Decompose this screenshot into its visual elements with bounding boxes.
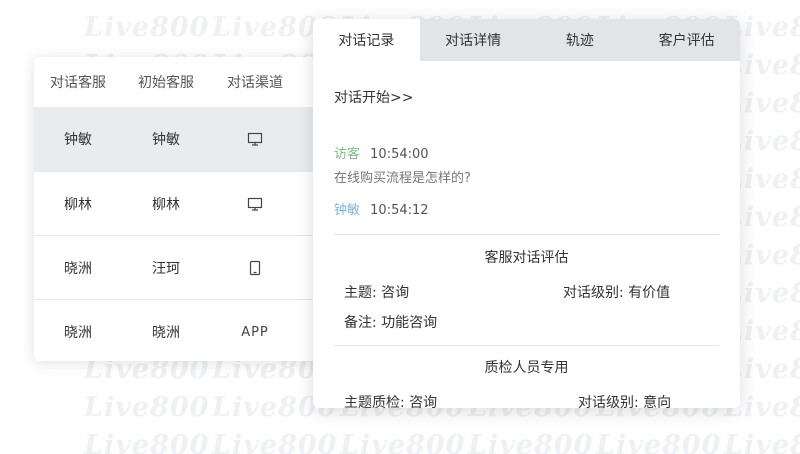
cell-channel [210, 131, 300, 147]
table-header: 对话客服 初始客服 对话渠道 [34, 57, 334, 107]
evaluation-topic: 主题: 咨询 [344, 282, 409, 302]
evaluation-level-value: 有价值 [628, 285, 671, 301]
cell-initial-agent: 汪珂 [152, 260, 180, 277]
table-row[interactable]: 晓洲 晓洲 APP [34, 299, 334, 361]
evaluation-note: 备注: 功能咨询 [344, 312, 437, 332]
column-header-initial-agent: 初始客服 [138, 75, 194, 91]
cell-agent: 柳林 [64, 196, 92, 213]
watermark-text: Live800 [340, 430, 466, 454]
visitor-message-header: 访客 10:54:00 [334, 143, 429, 162]
evaluation-level-label: 对话级别: [563, 285, 624, 301]
table-row[interactable]: 钟敏 钟敏 [34, 107, 334, 171]
desktop-icon [247, 132, 263, 146]
table-row[interactable]: 晓洲 汪珂 [34, 235, 334, 299]
conversation-detail-panel: 对话记录 对话详情 轨迹 客户评估 对话开始>> 访客 10:54:00 在线购… [313, 19, 740, 408]
agent-sender: 钟敏 [334, 203, 361, 218]
cell-agent: 钟敏 [64, 132, 92, 148]
watermark-text: Live800 [84, 430, 210, 454]
table-row[interactable]: 柳林 柳林 [34, 171, 334, 235]
tab-trajectory[interactable]: 轨迹 [527, 19, 634, 61]
watermark-text: Live800 [468, 430, 594, 454]
cell-channel [210, 196, 300, 212]
qa-level-label: 对话级别: [578, 395, 639, 408]
evaluation-section-title: 客服对话评估 [484, 250, 569, 266]
conversation-list-table: 对话客服 初始客服 对话渠道 钟敏 钟敏 柳林 柳林 晓洲 汪珂 晓洲 晓洲 A… [34, 57, 334, 361]
qa-topic-label: 主题质检: [344, 395, 405, 408]
tab-conversation-details[interactable]: 对话详情 [420, 19, 527, 61]
tab-bar: 对话记录 对话详情 轨迹 客户评估 [313, 19, 740, 61]
column-header-agent: 对话客服 [50, 75, 106, 91]
watermark-text: Live800 [84, 12, 210, 43]
conversation-start-label: 对话开始>> [334, 90, 414, 106]
mobile-icon [249, 260, 261, 275]
watermark-text: Live800 [212, 430, 338, 454]
cell-agent: 晓洲 [64, 324, 92, 341]
cell-agent: 晓洲 [64, 260, 92, 277]
cell-initial-agent: 钟敏 [152, 132, 180, 148]
evaluation-topic-label: 主题: [344, 285, 377, 301]
evaluation-topic-value: 咨询 [381, 285, 410, 301]
agent-message-header: 钟敏 10:54:12 [334, 199, 429, 218]
watermark-row: Live800Live800Live800Live800Live800Live8… [84, 430, 800, 454]
tab-conversation-log[interactable]: 对话记录 [313, 19, 420, 61]
cell-initial-agent: 晓洲 [152, 324, 180, 341]
evaluation-level: 对话级别: 有价值 [563, 282, 670, 302]
qa-level-value: 意向 [643, 395, 672, 408]
cell-channel: APP [210, 324, 300, 340]
visitor-message-time: 10:54:00 [370, 147, 429, 162]
agent-message-time: 10:54:12 [370, 203, 429, 218]
watermark-text: Live800 [596, 430, 722, 454]
column-header-channel: 对话渠道 [227, 75, 283, 91]
cell-initial-agent: 柳林 [152, 196, 180, 213]
qa-topic-value: 咨询 [409, 395, 438, 408]
cell-channel [210, 260, 300, 276]
desktop-icon [247, 197, 263, 211]
evaluation-note-value: 功能咨询 [381, 315, 438, 331]
visitor-sender: 访客 [334, 147, 361, 162]
qa-section-title: 质检人员专用 [484, 360, 569, 376]
evaluation-note-label: 备注: [344, 315, 377, 331]
divider [334, 345, 719, 346]
qa-level: 对话级别: 意向 [578, 392, 671, 408]
visitor-message-text: 在线购买流程是怎样的? [334, 171, 471, 186]
tab-customer-evaluation[interactable]: 客户评估 [633, 19, 740, 61]
watermark-text: Live800 [84, 392, 210, 423]
app-channel-label: APP [241, 324, 269, 340]
watermark-text: Live800 [724, 430, 800, 454]
divider [334, 234, 719, 235]
qa-topic: 主题质检: 咨询 [344, 392, 437, 408]
